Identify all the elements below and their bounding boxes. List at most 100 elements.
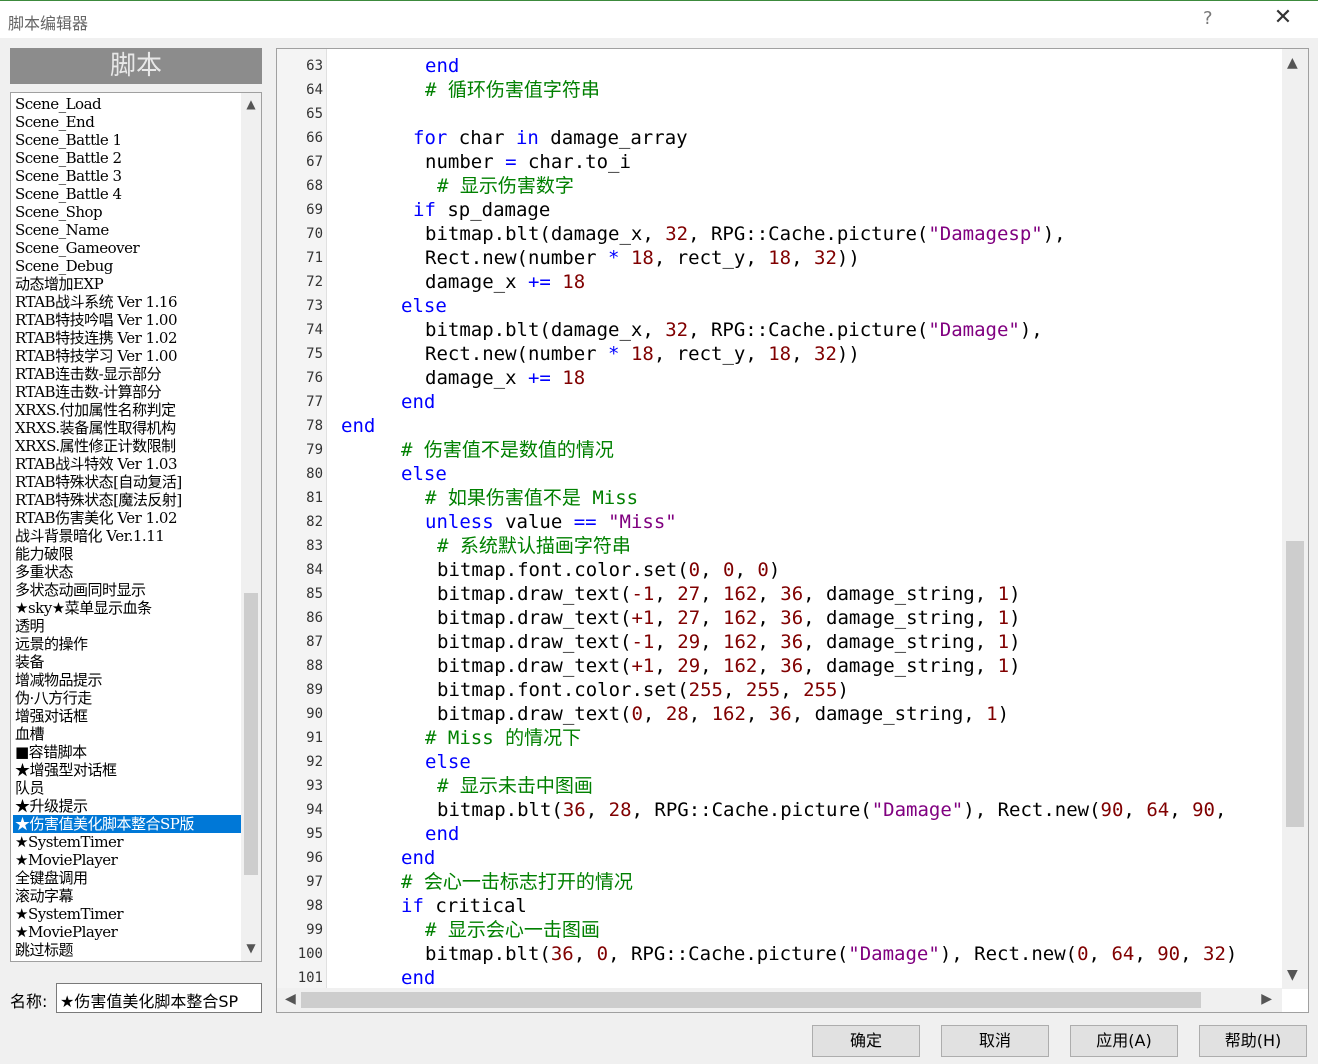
code-area[interactable]: end # 循环伤害值字符串 for char in damage_array num… <box>341 49 1281 989</box>
code-line[interactable]: end <box>425 822 459 846</box>
script-list-item[interactable]: RTAB战斗系统 Ver 1.16 <box>13 293 241 311</box>
script-list-item[interactable]: XRXS.装备属性取得机构 <box>13 419 241 437</box>
scroll-down-icon[interactable]: ▼ <box>1287 967 1298 983</box>
script-list-item[interactable]: ★增强型对话框 <box>13 761 241 779</box>
script-list-item[interactable]: 伪·八方行走 <box>13 689 241 707</box>
script-list-item[interactable]: 装备 <box>13 653 241 671</box>
script-list-item[interactable]: ★sky★菜单显示血条 <box>13 599 241 617</box>
ok-button[interactable]: 确定 <box>812 1025 920 1057</box>
code-line[interactable]: bitmap.blt(damage_x, 32, RPG::Cache.pict… <box>425 318 1043 342</box>
code-line[interactable]: damage_x += 18 <box>425 270 585 294</box>
apply-button[interactable]: 应用(A) <box>1070 1025 1178 1057</box>
help-icon[interactable]: ? <box>1203 8 1213 29</box>
script-list-item[interactable]: RTAB特技吟唱 Ver 1.00 <box>13 311 241 329</box>
script-list-item[interactable]: 战斗背景暗化 Ver.1.11 <box>13 527 241 545</box>
script-list-item[interactable]: ★SystemTimer <box>13 905 241 923</box>
script-list-item[interactable]: Scene_Gameover <box>13 239 241 257</box>
code-line[interactable]: unless value == "Miss" <box>425 510 677 534</box>
code-line[interactable]: # Miss 的情况下 <box>425 726 581 750</box>
script-list-item[interactable]: RTAB特殊状态[魔法反射] <box>13 491 241 509</box>
script-list-item[interactable]: 血槽 <box>13 725 241 743</box>
code-line[interactable]: bitmap.draw_text(-1, 29, 162, 36, damage… <box>437 630 1021 654</box>
code-line[interactable]: end <box>341 414 375 438</box>
code-line[interactable]: # 会心一击标志打开的情况 <box>401 870 633 894</box>
code-line[interactable]: # 循环伤害值字符串 <box>425 78 600 102</box>
editor-vertical-scrollbar[interactable]: ▲ ▼ <box>1282 49 1308 989</box>
code-line[interactable]: bitmap.font.color.set(255, 255, 255) <box>437 678 849 702</box>
code-line[interactable]: Rect.new(number * 18, rect_y, 18, 32)) <box>425 246 860 270</box>
code-line[interactable]: else <box>401 294 447 318</box>
code-line[interactable]: bitmap.font.color.set(0, 0, 0) <box>437 558 780 582</box>
code-line[interactable]: for char in damage_array <box>413 126 688 150</box>
script-list-item[interactable]: 增强对话框 <box>13 707 241 725</box>
script-list-item[interactable]: RTAB特殊状态[自动复活] <box>13 473 241 491</box>
script-list-item[interactable]: 增减物品提示 <box>13 671 241 689</box>
code-line[interactable]: # 如果伤害值不是 Miss <box>425 486 638 510</box>
script-list-item[interactable]: ■容错脚本 <box>13 743 241 761</box>
code-editor[interactable]: 63 64 65 66 67 68 69 70 71 72 73 74 75 76 77 78 79 80 81 82… <box>276 48 1309 1013</box>
scroll-up-icon[interactable]: ▲ <box>244 97 258 111</box>
close-icon[interactable]: ✕ <box>1270 5 1296 30</box>
code-line[interactable]: else <box>401 462 447 486</box>
code-line[interactable]: bitmap.draw_text(-1, 27, 162, 36, damage… <box>437 582 1021 606</box>
code-line[interactable]: if critical <box>401 894 527 918</box>
code-line[interactable]: else <box>425 750 471 774</box>
script-list-item[interactable]: ★伤害值美化脚本整合SP版 <box>13 815 241 833</box>
script-list-item[interactable]: 滚动字幕 <box>13 887 241 905</box>
script-list-item[interactable]: Scene_Battle 3 <box>13 167 241 185</box>
cancel-button[interactable]: 取消 <box>941 1025 1049 1057</box>
editor-horizontal-scrollbar[interactable]: ◀ ▶ <box>277 988 1282 1012</box>
scroll-right-icon[interactable]: ▶ <box>1261 991 1272 1007</box>
code-line[interactable]: if sp_damage <box>413 198 550 222</box>
script-list-item[interactable]: Scene_Debug <box>13 257 241 275</box>
script-list-scrollbar[interactable]: ▲ ▼ <box>241 93 261 961</box>
script-list-item[interactable]: Scene_Battle 1 <box>13 131 241 149</box>
code-line[interactable]: end <box>401 966 435 989</box>
code-line[interactable]: # 显示会心一击图画 <box>425 918 600 942</box>
code-line[interactable]: bitmap.blt(36, 28, RPG::Cache.picture("D… <box>437 798 1226 822</box>
script-list-item[interactable]: 能力破限 <box>13 545 241 563</box>
script-list-item[interactable]: 全键盘调用 <box>13 869 241 887</box>
script-list-item[interactable]: RTAB连击数-显示部分 <box>13 365 241 383</box>
script-list-item[interactable]: Scene_Battle 4 <box>13 185 241 203</box>
code-line[interactable]: number = char.to_i <box>425 150 631 174</box>
code-line[interactable]: end <box>401 846 435 870</box>
code-line[interactable]: end <box>425 54 459 78</box>
scroll-up-icon[interactable]: ▲ <box>1287 55 1298 71</box>
code-line[interactable]: bitmap.draw_text(0, 28, 162, 36, damage_… <box>437 702 1009 726</box>
script-list-item[interactable]: 跳过标题 <box>13 941 241 959</box>
script-list-item[interactable]: Scene_End <box>13 113 241 131</box>
code-line[interactable]: bitmap.blt(damage_x, 32, RPG::Cache.pict… <box>425 222 1066 246</box>
code-line[interactable]: # 系统默认描画字符串 <box>437 534 631 558</box>
script-list-item[interactable]: ★SystemTimer <box>13 833 241 851</box>
script-list-item[interactable]: 远景的操作 <box>13 635 241 653</box>
script-list-item[interactable]: Scene_Name <box>13 221 241 239</box>
script-list-item[interactable]: RTAB战斗特效 Ver 1.03 <box>13 455 241 473</box>
script-name-input[interactable]: ★伤害值美化脚本整合SP <box>56 983 262 1013</box>
scroll-thumb[interactable] <box>1286 541 1304 827</box>
code-line[interactable]: # 伤害值不是数值的情况 <box>401 438 614 462</box>
code-line[interactable]: Rect.new(number * 18, rect_y, 18, 32)) <box>425 342 860 366</box>
script-list-item[interactable]: RTAB特技学习 Ver 1.00 <box>13 347 241 365</box>
scroll-thumb[interactable] <box>301 992 1201 1008</box>
code-line[interactable]: end <box>401 390 435 414</box>
script-list-item[interactable]: 透明 <box>13 617 241 635</box>
script-list-item[interactable]: Scene_Load <box>13 95 241 113</box>
script-list-item[interactable]: RTAB伤害美化 Ver 1.02 <box>13 509 241 527</box>
code-line[interactable]: bitmap.draw_text(+1, 29, 162, 36, damage… <box>437 654 1021 678</box>
script-list-item[interactable]: 多状态动画同时显示 <box>13 581 241 599</box>
script-list-item[interactable]: Scene_Battle 2 <box>13 149 241 167</box>
script-list-item[interactable]: RTAB特技连携 Ver 1.02 <box>13 329 241 347</box>
script-list-item[interactable]: ★MoviePlayer <box>13 851 241 869</box>
script-list[interactable]: Scene_Load Scene_End Scene_Battle 1 Scene_B… <box>10 92 262 962</box>
script-list-item[interactable]: 动态增加EXP <box>13 275 241 293</box>
code-line[interactable]: # 显示未击中图画 <box>437 774 593 798</box>
code-line[interactable]: damage_x += 18 <box>425 366 585 390</box>
code-line[interactable]: bitmap.draw_text(+1, 27, 162, 36, damage… <box>437 606 1021 630</box>
scroll-left-icon[interactable]: ◀ <box>285 991 296 1007</box>
scroll-down-icon[interactable]: ▼ <box>244 941 258 955</box>
script-list-item[interactable]: Scene_Shop <box>13 203 241 221</box>
script-list-item[interactable]: 队员 <box>13 779 241 797</box>
script-list-item[interactable]: XRXS.属性修正计数限制 <box>13 437 241 455</box>
script-list-item[interactable]: ★MoviePlayer <box>13 923 241 941</box>
